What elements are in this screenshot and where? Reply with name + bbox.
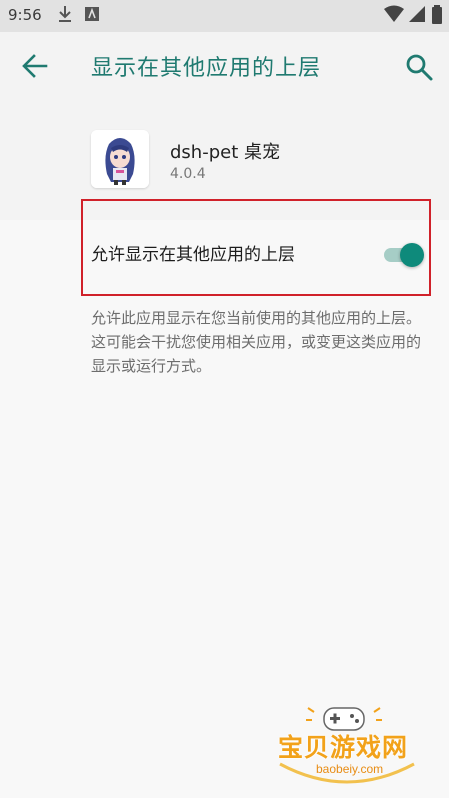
allow-overlay-toggle[interactable] <box>380 241 426 271</box>
back-button[interactable] <box>20 52 50 80</box>
app-version: 4.0.4 <box>170 166 206 182</box>
wifi-icon <box>383 5 405 27</box>
app-name: dsh-pet 桌宠 <box>170 142 280 163</box>
watermark-text: 宝贝游戏网 <box>278 733 409 762</box>
download-icon <box>58 5 72 27</box>
signal-icon <box>408 5 426 27</box>
character-icon <box>91 130 149 188</box>
toggle-thumb <box>400 243 424 267</box>
app-bar: 显示在其他应用的上层 <box>0 32 449 100</box>
setting-description: 允许此应用显示在您当前使用的其他应用的上层。这可能会干扰您使用相关应用，或变更这… <box>91 309 422 375</box>
allow-overlay-setting[interactable]: 允许显示在其他应用的上层 <box>81 199 431 296</box>
app-icon <box>91 130 149 188</box>
search-button[interactable] <box>404 52 434 82</box>
status-time: 9:56 <box>8 6 42 24</box>
search-icon <box>406 54 433 81</box>
allow-overlay-label: 允许显示在其他应用的上层 <box>91 245 295 265</box>
watermark-url: baobeiy.com <box>316 762 384 776</box>
watermark: 宝贝游戏网 baobeiy.com <box>272 700 422 790</box>
android-studio-icon <box>84 5 100 27</box>
battery-icon <box>431 5 443 29</box>
page-title: 显示在其他应用的上层 <box>91 56 322 81</box>
arrow-back-icon <box>22 54 48 78</box>
status-bar: 9:56 <box>0 0 449 32</box>
